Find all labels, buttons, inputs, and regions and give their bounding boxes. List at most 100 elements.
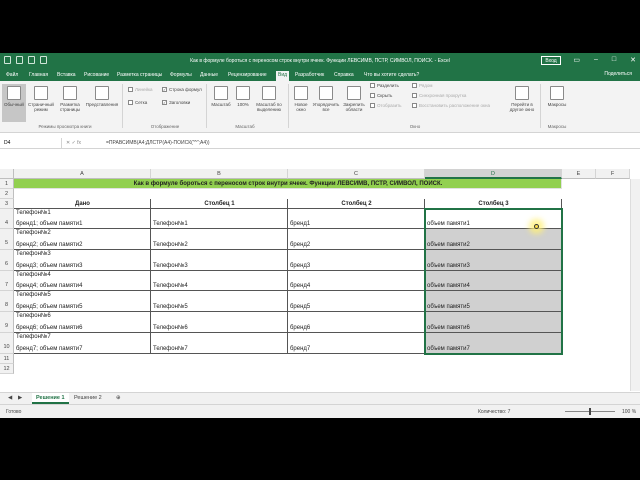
formula-bar-checkbox[interactable]: ✓ Строка формул [162, 87, 202, 92]
page-layout-view-button[interactable]: Разметка страницы [56, 84, 84, 122]
side-by-side-button[interactable]: Рядом [412, 83, 433, 88]
table-cell-column3[interactable]: объем памяти2 [425, 229, 562, 250]
table-cell-given[interactable]: Телефон№1 бренд1; объем памяти1 [14, 209, 151, 229]
row-header[interactable]: 10 [0, 333, 14, 354]
table-cell-column1[interactable]: Телефон№5 [151, 291, 288, 312]
sheet-title-cell[interactable]: Как в формуле бороться с переносом строк… [14, 179, 562, 189]
tab-home[interactable]: Главная [27, 71, 50, 81]
row-header[interactable]: 12 [0, 364, 14, 374]
customize-qat-icon[interactable] [40, 56, 47, 64]
sheet-tab-solution-2[interactable]: Решение 2 [70, 393, 106, 404]
select-all-corner[interactable] [0, 169, 14, 179]
tab-page-layout[interactable]: Разметка страницы [115, 71, 164, 81]
table-cell-column1[interactable]: Телефон№3 [151, 250, 288, 271]
table-cell-column2[interactable]: бренд5 [288, 291, 425, 312]
new-window-button[interactable]: Новое окно [290, 84, 312, 122]
header-cell-column2[interactable]: Столбец 2 [288, 199, 425, 209]
sign-in-button[interactable]: Вход [541, 56, 561, 65]
table-cell-column3[interactable]: объем памяти3 [425, 250, 562, 271]
table-cell-column1[interactable]: Телефон№6 [151, 312, 288, 333]
column-header-f[interactable]: F [596, 169, 630, 179]
row-header[interactable]: 9 [0, 312, 14, 333]
add-sheet-icon[interactable]: ⊕ [112, 393, 125, 404]
zoom-slider[interactable] [565, 408, 615, 415]
split-button[interactable]: Разделить [370, 83, 399, 88]
table-cell-column1[interactable]: Телефон№1 [151, 209, 288, 229]
table-cell-column3[interactable]: объем памяти6 [425, 312, 562, 333]
status-zoom[interactable]: 100 % [622, 409, 636, 415]
tab-formulas[interactable]: Формулы [168, 71, 194, 81]
headings-checkbox[interactable]: ✓ Заголовки [162, 100, 190, 105]
header-cell-column1[interactable]: Столбец 1 [151, 199, 288, 209]
table-cell-column2[interactable]: бренд3 [288, 250, 425, 271]
table-cell-column2[interactable]: бренд6 [288, 312, 425, 333]
table-cell-column1[interactable]: Телефон№4 [151, 271, 288, 291]
tab-developer[interactable]: Разработчик [293, 71, 326, 81]
column-header-a[interactable]: A [14, 169, 151, 179]
column-header-d[interactable]: D [425, 169, 562, 179]
row-header[interactable]: 4 [0, 209, 14, 229]
page-break-view-button[interactable]: Страничный режим [27, 84, 55, 122]
table-cell-given[interactable]: Телефон№4 бренд4; объем памяти4 [14, 271, 151, 291]
table-cell-column3[interactable]: объем памяти1 [425, 209, 562, 229]
table-cell-column2[interactable]: бренд4 [288, 271, 425, 291]
formula-bar-buttons[interactable]: ✕ ✓ fx [66, 138, 102, 148]
redo-icon[interactable] [28, 56, 35, 64]
close-icon[interactable]: ✕ [630, 56, 636, 64]
row-header[interactable]: 6 [0, 250, 14, 271]
table-cell-column2[interactable]: бренд2 [288, 229, 425, 250]
table-cell-column3[interactable]: объем памяти5 [425, 291, 562, 312]
custom-views-button[interactable]: Представления [85, 84, 119, 122]
table-cell-given[interactable]: Телефон№3 бренд3; объем памяти3 [14, 250, 151, 271]
name-box[interactable]: D4 [2, 138, 62, 148]
row-header[interactable]: 3 [0, 199, 14, 209]
table-cell-column1[interactable]: Телефон№7 [151, 333, 288, 354]
column-header-e[interactable]: E [562, 169, 596, 179]
ruler-checkbox[interactable]: Линейка [128, 87, 153, 92]
minimize-icon[interactable]: – [594, 56, 598, 64]
row-header[interactable]: 8 [0, 291, 14, 312]
undo-icon[interactable] [16, 56, 23, 64]
table-cell-column3[interactable]: объем памяти7 [425, 333, 562, 354]
tab-view[interactable]: Вид [276, 71, 290, 81]
zoom-selection-button[interactable]: Масштаб по выделению [253, 84, 285, 122]
table-cell-given[interactable]: Телефон№5 бренд5; объем памяти5 [14, 291, 151, 312]
table-cell-given[interactable]: Телефон№6 бренд6; объем памяти6 [14, 312, 151, 333]
maximize-icon[interactable]: □ [612, 56, 616, 64]
tab-help[interactable]: Справка [332, 71, 356, 81]
row-header[interactable]: 5 [0, 229, 14, 250]
table-cell-column2[interactable]: бренд1 [288, 209, 425, 229]
row-header[interactable]: 1 [0, 179, 14, 189]
next-sheet-icon[interactable]: ▶ [14, 393, 26, 404]
freeze-panes-button[interactable]: Закрепить области [341, 84, 367, 122]
tab-file[interactable]: Файл [4, 71, 20, 81]
tell-me-search[interactable]: Что вы хотите сделать? [362, 71, 421, 81]
table-cell-given[interactable]: Телефон№2 бренд2; объем памяти2 [14, 229, 151, 250]
sheet-tab-solution-1[interactable]: Решение 1 [32, 393, 69, 404]
table-cell-column3[interactable]: объем памяти4 [425, 271, 562, 291]
arrange-all-button[interactable]: Упорядочить все [312, 84, 340, 122]
row-header[interactable]: 7 [0, 271, 14, 291]
tab-data[interactable]: Данные [198, 71, 220, 81]
ribbon-display-icon[interactable]: ▭ [573, 56, 580, 64]
tab-draw[interactable]: Рисование [82, 71, 111, 81]
zoom-100-button[interactable]: 100% [234, 84, 252, 122]
zoom-button[interactable]: Масштаб [209, 84, 233, 122]
sync-scroll-button[interactable]: Синхронная прокрутка [412, 93, 466, 98]
column-header-c[interactable]: C [288, 169, 425, 179]
header-cell-column3[interactable]: Столбец 3 [425, 199, 562, 209]
macros-button[interactable]: Макросы [544, 84, 570, 122]
save-icon[interactable] [4, 56, 11, 64]
header-cell-given[interactable]: Дано [14, 199, 151, 209]
reset-window-button[interactable]: Восстановить расположение окна [412, 103, 490, 108]
share-button[interactable]: Поделиться [604, 71, 632, 77]
unhide-button[interactable]: Отобразить [370, 103, 402, 108]
tab-review[interactable]: Рецензирование [226, 71, 269, 81]
zoom-slider-knob[interactable] [589, 408, 591, 415]
formula-input[interactable]: =ПРАВСИМВ(A4;ДЛСТР(A4)-ПОИСК("^";A4)) [106, 138, 210, 148]
table-cell-column2[interactable]: бренд7 [288, 333, 425, 354]
normal-view-button[interactable]: Обычный [2, 84, 26, 122]
hide-button[interactable]: Скрыть [370, 93, 392, 98]
table-cell-given[interactable]: Телефон№7 бренд7; объем памяти7 [14, 333, 151, 354]
vertical-scrollbar[interactable] [630, 179, 640, 391]
